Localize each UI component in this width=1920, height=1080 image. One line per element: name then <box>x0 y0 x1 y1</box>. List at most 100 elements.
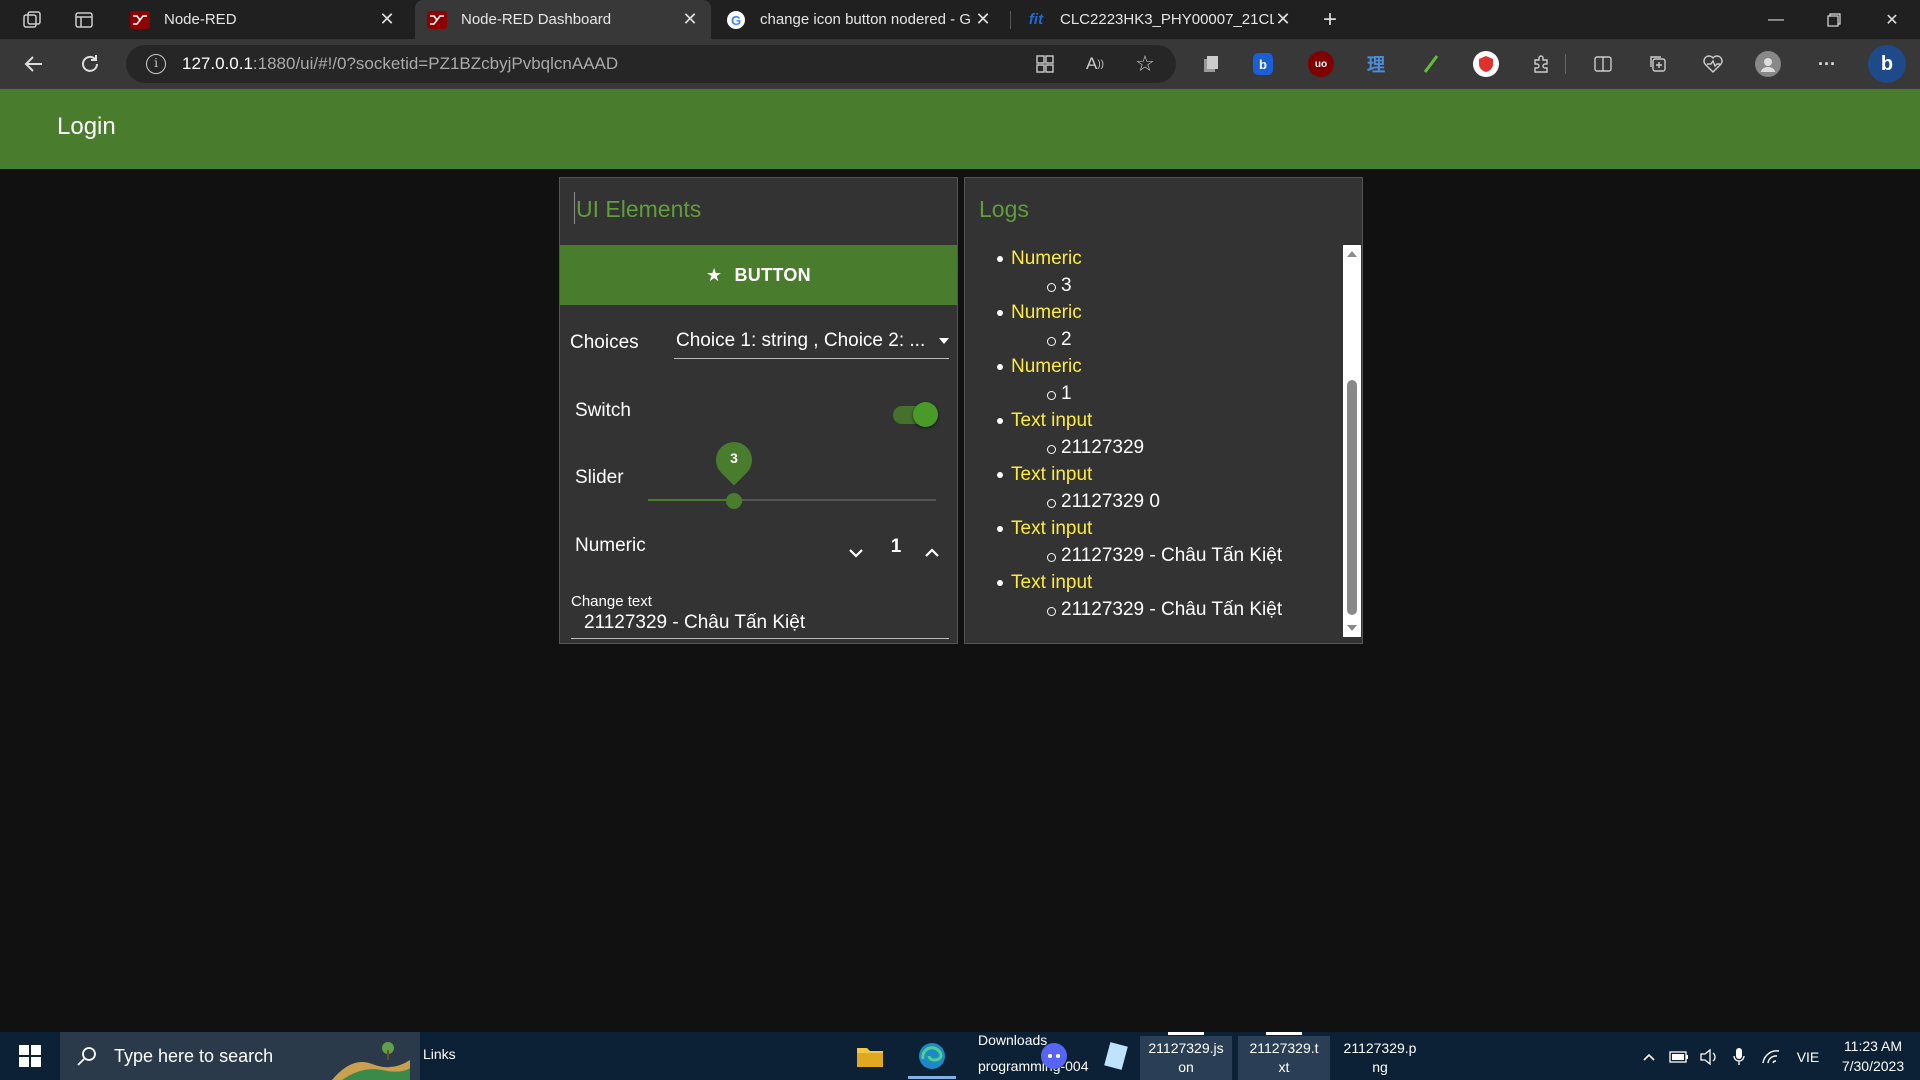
screen: Node-RED ✕ Node-RED Dashboard ✕ G change… <box>0 0 1920 1080</box>
close-tab-icon[interactable]: ✕ <box>681 9 699 30</box>
star-icon: ★ <box>706 264 723 285</box>
battery-icon[interactable] <box>1668 1046 1690 1068</box>
slider-fill <box>648 499 734 501</box>
extensions-puzzle-icon[interactable] <box>1528 51 1554 77</box>
slider-thumb[interactable] <box>726 493 742 509</box>
logs-scrollbar[interactable] <box>1343 245 1361 637</box>
taskbar-file-json[interactable]: 21127329.js on <box>1140 1032 1232 1080</box>
url-field[interactable]: i 127.0.0.1:1880/ui/#!/0?socketid=PZ1BZc… <box>126 45 1176 83</box>
choices-label: Choices <box>570 332 639 353</box>
app-available-icon[interactable] <box>1032 51 1058 77</box>
edge-browser-icon[interactable] <box>910 1036 954 1076</box>
taskbar-file-txt[interactable]: 21127329.t xt <box>1238 1032 1330 1080</box>
choices-dropdown[interactable]: Choice 1: string , Choice 2: ... <box>674 325 949 359</box>
bing-chat-icon[interactable]: b <box>1868 45 1906 83</box>
shield-extension-icon[interactable] <box>1473 51 1499 77</box>
numeric-label: Numeric <box>575 535 646 556</box>
search-icon <box>77 1047 96 1066</box>
tab-separator <box>1010 11 1011 29</box>
file-open-indicator <box>1168 1032 1204 1035</box>
translate-extension-icon[interactable]: 理 <box>1363 51 1389 77</box>
close-window-icon[interactable]: ✕ <box>1864 0 1920 39</box>
clock-date: 7/30/2023 <box>1841 1058 1905 1074</box>
google-favicon-icon: G <box>726 10 746 30</box>
logs-card: Logs Numeric 3 Numeric 2 Numeric 1 Text input 2… <box>964 177 1363 644</box>
tab-node-red-dashboard[interactable]: Node-RED Dashboard ✕ <box>415 0 711 39</box>
chevron-up-icon[interactable] <box>920 538 944 568</box>
minimize-window-icon[interactable]: — <box>1748 0 1804 39</box>
collections-icon[interactable] <box>1645 51 1671 77</box>
refresh-icon[interactable] <box>77 51 103 77</box>
more-options-icon[interactable]: ··· <box>1814 51 1840 77</box>
wifi-icon[interactable] <box>1760 1046 1782 1068</box>
discord-icon[interactable] <box>1032 1036 1076 1076</box>
scroll-down-arrow-icon[interactable] <box>1347 625 1357 631</box>
tab-node-red[interactable]: Node-RED ✕ <box>118 0 408 39</box>
notepad-icon[interactable] <box>1094 1036 1138 1076</box>
switch-toggle[interactable] <box>893 400 939 428</box>
close-tab-icon[interactable]: ✕ <box>378 9 396 30</box>
switch-knob[interactable] <box>913 402 938 427</box>
scroll-up-arrow-icon[interactable] <box>1347 251 1357 257</box>
slider[interactable]: 3 <box>648 434 936 510</box>
ublock-origin-icon[interactable]: uo <box>1308 51 1334 77</box>
taskbar-search-box[interactable]: Type here to search <box>60 1032 420 1080</box>
input-language-indicator[interactable]: VIE <box>1794 1046 1822 1068</box>
node-red-favicon-icon <box>427 10 447 30</box>
microphone-icon[interactable] <box>1728 1046 1750 1068</box>
profile-avatar-icon[interactable] <box>1755 51 1781 77</box>
new-tab-button[interactable]: + <box>1318 6 1342 33</box>
tab-actions-icon[interactable] <box>72 8 96 32</box>
log-entry-value: 1 <box>979 380 1349 407</box>
volume-icon[interactable] <box>1698 1046 1720 1068</box>
file-explorer-icon[interactable] <box>848 1036 892 1076</box>
favorite-star-icon[interactable]: ☆ <box>1132 51 1158 77</box>
log-entry: Numeric 3 <box>979 245 1349 299</box>
ui-elements-card: UI Elements ★ BUTTON Choices Choice 1: s… <box>559 177 958 644</box>
pen-extension-icon[interactable] <box>1418 51 1444 77</box>
log-entry-title: Text input <box>979 515 1349 542</box>
log-entry: Text input 21127329 0 <box>979 461 1349 515</box>
url-path: :1880/ui/#!/0?socketid=PZ1BZcbyjPvbqlcnA… <box>252 54 619 73</box>
log-entry-title: Numeric <box>979 353 1349 380</box>
taskbar-clock[interactable]: 11:23 AM 7/30/2023 <box>1830 1036 1916 1076</box>
tab-fit-course[interactable]: fit CLC2223HK3_PHY00007_21CLC0 ✕ <box>1014 0 1304 39</box>
links-toolbar-label[interactable]: Links <box>423 1046 456 1062</box>
search-highlight-icon <box>332 1042 410 1080</box>
close-tab-icon[interactable]: ✕ <box>974 9 992 30</box>
log-entry-value: 21127329 <box>979 434 1349 461</box>
close-tab-icon[interactable]: ✕ <box>1274 9 1292 30</box>
log-entry-title: Text input <box>979 569 1349 596</box>
workspaces-icon[interactable] <box>20 8 44 32</box>
tab-google-search[interactable]: G change icon button nodered - G ✕ <box>714 0 1004 39</box>
browser-essentials-icon[interactable] <box>1700 51 1726 77</box>
card-title: Logs <box>979 196 1029 222</box>
collections-extension-icon[interactable] <box>1198 51 1224 77</box>
logs-list: Numeric 3 Numeric 2 Numeric 1 Text input 211273… <box>979 245 1349 637</box>
site-info-icon[interactable]: i <box>146 54 166 74</box>
taskbar-file-png[interactable]: 21127329.p ng <box>1334 1036 1426 1080</box>
numeric-value: 1 <box>890 536 902 557</box>
restore-window-icon[interactable] <box>1806 0 1862 39</box>
browser-address-bar: i 127.0.0.1:1880/ui/#!/0?socketid=PZ1BZc… <box>0 39 1920 89</box>
log-entry-value: 21127329 - Châu Tấn Kiệt <box>979 596 1349 623</box>
change-text-input[interactable]: 21127329 - Châu Tấn Kiệt <box>571 609 949 639</box>
file-name-line2: ng <box>1372 1059 1388 1075</box>
browser-tab-bar: Node-RED ✕ Node-RED Dashboard ✕ G change… <box>0 0 1920 39</box>
scrollbar-thumb[interactable] <box>1347 380 1357 615</box>
show-hidden-icons-icon[interactable] <box>1638 1046 1660 1068</box>
read-aloud-icon[interactable]: A)) <box>1082 51 1108 77</box>
dashboard-button[interactable]: ★ BUTTON <box>560 245 957 305</box>
windows-start-icon[interactable] <box>0 1032 60 1080</box>
log-entry: Text input 21127329 - Châu Tấn Kiệt <box>979 515 1349 569</box>
file-name-line1: 21127329.t <box>1249 1040 1319 1056</box>
fit-favicon-icon: fit <box>1028 11 1044 28</box>
chevron-down-icon[interactable] <box>844 538 868 568</box>
log-entry-title: Numeric <box>979 299 1349 326</box>
dropdown-caret-icon <box>939 338 949 344</box>
log-entry-value: 2 <box>979 326 1349 353</box>
back-arrow-icon[interactable] <box>21 51 47 77</box>
split-screen-icon[interactable] <box>1590 51 1616 77</box>
windows-taskbar: Type here to search Links Downloads prog… <box>0 1032 1920 1080</box>
bitwarden-extension-icon[interactable]: b <box>1253 53 1273 75</box>
